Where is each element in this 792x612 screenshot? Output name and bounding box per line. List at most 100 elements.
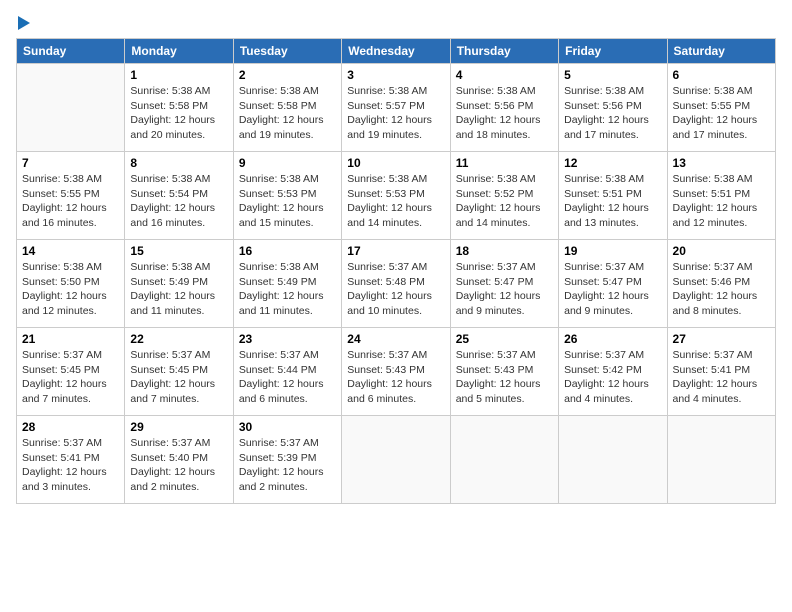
day-info: Sunrise: 5:37 AMSunset: 5:44 PMDaylight:… (239, 348, 336, 407)
day-info: Sunrise: 5:37 AMSunset: 5:46 PMDaylight:… (673, 260, 770, 319)
day-info: Sunrise: 5:38 AMSunset: 5:51 PMDaylight:… (564, 172, 661, 231)
calendar-cell: 22 Sunrise: 5:37 AMSunset: 5:45 PMDayligh… (125, 328, 233, 416)
calendar-cell: 29 Sunrise: 5:37 AMSunset: 5:40 PMDayligh… (125, 416, 233, 504)
calendar-cell: 7 Sunrise: 5:38 AMSunset: 5:55 PMDaylight… (17, 152, 125, 240)
calendar-cell: 19 Sunrise: 5:37 AMSunset: 5:47 PMDayligh… (559, 240, 667, 328)
day-info: Sunrise: 5:38 AMSunset: 5:58 PMDaylight:… (239, 84, 336, 143)
calendar-cell: 18Sunrise: 5:37 AMSunset: 5:47 PMDayligh… (450, 240, 558, 328)
day-number: 11 (456, 156, 553, 170)
calendar-cell (342, 416, 450, 504)
day-info: Sunrise: 5:37 AMSunset: 5:47 PMDaylight:… (564, 260, 661, 319)
col-header-thursday: Thursday (450, 39, 558, 64)
calendar-cell: 21 Sunrise: 5:37 AMSunset: 5:45 PMDayligh… (17, 328, 125, 416)
calendar-cell: 23 Sunrise: 5:37 AMSunset: 5:44 PMDayligh… (233, 328, 341, 416)
calendar-cell (17, 64, 125, 152)
day-info: Sunrise: 5:38 AMSunset: 5:58 PMDaylight:… (130, 84, 227, 143)
day-info: Sunrise: 5:38 AMSunset: 5:53 PMDaylight:… (347, 172, 444, 231)
day-number: 21 (22, 332, 119, 346)
col-header-tuesday: Tuesday (233, 39, 341, 64)
calendar-table: SundayMondayTuesdayWednesdayThursdayFrid… (16, 38, 776, 504)
day-info: Sunrise: 5:37 AMSunset: 5:45 PMDaylight:… (22, 348, 119, 407)
day-info: Sunrise: 5:38 AMSunset: 5:49 PMDaylight:… (130, 260, 227, 319)
day-number: 15 (130, 244, 227, 258)
logo-arrow-icon (18, 16, 30, 30)
calendar-cell: 4 Sunrise: 5:38 AMSunset: 5:56 PMDaylight… (450, 64, 558, 152)
calendar-cell: 2 Sunrise: 5:38 AMSunset: 5:58 PMDaylight… (233, 64, 341, 152)
day-info: Sunrise: 5:37 AMSunset: 5:43 PMDaylight:… (456, 348, 553, 407)
day-number: 18 (456, 244, 553, 258)
day-number: 14 (22, 244, 119, 258)
day-number: 28 (22, 420, 119, 434)
day-number: 9 (239, 156, 336, 170)
day-number: 5 (564, 68, 661, 82)
day-number: 6 (673, 68, 770, 82)
calendar-cell: 16 Sunrise: 5:38 AMSunset: 5:49 PMDayligh… (233, 240, 341, 328)
day-info: Sunrise: 5:37 AMSunset: 5:41 PMDaylight:… (673, 348, 770, 407)
day-number: 29 (130, 420, 227, 434)
calendar-header-row: SundayMondayTuesdayWednesdayThursdayFrid… (17, 39, 776, 64)
day-info: Sunrise: 5:37 AMSunset: 5:41 PMDaylight:… (22, 436, 119, 495)
calendar-cell: 25 Sunrise: 5:37 AMSunset: 5:43 PMDayligh… (450, 328, 558, 416)
day-number: 27 (673, 332, 770, 346)
calendar-week-row: 14 Sunrise: 5:38 AMSunset: 5:50 PMDayligh… (17, 240, 776, 328)
col-header-friday: Friday (559, 39, 667, 64)
day-number: 3 (347, 68, 444, 82)
day-number: 17 (347, 244, 444, 258)
col-header-saturday: Saturday (667, 39, 775, 64)
header (16, 16, 776, 30)
calendar-cell (667, 416, 775, 504)
day-info: Sunrise: 5:37 AMSunset: 5:45 PMDaylight:… (130, 348, 227, 407)
day-number: 22 (130, 332, 227, 346)
day-number: 2 (239, 68, 336, 82)
day-info: Sunrise: 5:37 AMSunset: 5:39 PMDaylight:… (239, 436, 336, 495)
day-number: 7 (22, 156, 119, 170)
calendar-cell: 20 Sunrise: 5:37 AMSunset: 5:46 PMDayligh… (667, 240, 775, 328)
col-header-wednesday: Wednesday (342, 39, 450, 64)
day-info: Sunrise: 5:38 AMSunset: 5:49 PMDaylight:… (239, 260, 336, 319)
day-info: Sunrise: 5:37 AMSunset: 5:43 PMDaylight:… (347, 348, 444, 407)
calendar-cell (559, 416, 667, 504)
col-header-monday: Monday (125, 39, 233, 64)
calendar-cell: 12 Sunrise: 5:38 AMSunset: 5:51 PMDayligh… (559, 152, 667, 240)
day-info: Sunrise: 5:37 AMSunset: 5:48 PMDaylight:… (347, 260, 444, 319)
day-number: 30 (239, 420, 336, 434)
calendar-cell: 14 Sunrise: 5:38 AMSunset: 5:50 PMDayligh… (17, 240, 125, 328)
day-number: 20 (673, 244, 770, 258)
day-number: 4 (456, 68, 553, 82)
day-info: Sunrise: 5:38 AMSunset: 5:52 PMDaylight:… (456, 172, 553, 231)
day-info: Sunrise: 5:38 AMSunset: 5:54 PMDaylight:… (130, 172, 227, 231)
day-number: 12 (564, 156, 661, 170)
day-info: Sunrise: 5:38 AMSunset: 5:57 PMDaylight:… (347, 84, 444, 143)
calendar-cell: 1Sunrise: 5:38 AMSunset: 5:58 PMDaylight… (125, 64, 233, 152)
calendar-cell: 15 Sunrise: 5:38 AMSunset: 5:49 PMDayligh… (125, 240, 233, 328)
day-number: 10 (347, 156, 444, 170)
day-info: Sunrise: 5:38 AMSunset: 5:56 PMDaylight:… (564, 84, 661, 143)
day-info: Sunrise: 5:38 AMSunset: 5:56 PMDaylight:… (456, 84, 553, 143)
day-number: 19 (564, 244, 661, 258)
day-info: Sunrise: 5:38 AMSunset: 5:50 PMDaylight:… (22, 260, 119, 319)
calendar-cell: 11 Sunrise: 5:38 AMSunset: 5:52 PMDayligh… (450, 152, 558, 240)
calendar-cell: 13 Sunrise: 5:38 AMSunset: 5:51 PMDayligh… (667, 152, 775, 240)
calendar-cell: 24 Sunrise: 5:37 AMSunset: 5:43 PMDayligh… (342, 328, 450, 416)
day-number: 26 (564, 332, 661, 346)
calendar-cell (450, 416, 558, 504)
day-number: 24 (347, 332, 444, 346)
calendar-cell: 8Sunrise: 5:38 AMSunset: 5:54 PMDaylight… (125, 152, 233, 240)
day-info: Sunrise: 5:38 AMSunset: 5:51 PMDaylight:… (673, 172, 770, 231)
calendar-cell: 26Sunrise: 5:37 AMSunset: 5:42 PMDayligh… (559, 328, 667, 416)
day-number: 25 (456, 332, 553, 346)
calendar-cell: 30 Sunrise: 5:37 AMSunset: 5:39 PMDayligh… (233, 416, 341, 504)
col-header-sunday: Sunday (17, 39, 125, 64)
calendar-week-row: 1Sunrise: 5:38 AMSunset: 5:58 PMDaylight… (17, 64, 776, 152)
day-info: Sunrise: 5:38 AMSunset: 5:55 PMDaylight:… (22, 172, 119, 231)
day-number: 23 (239, 332, 336, 346)
calendar-cell: 28 Sunrise: 5:37 AMSunset: 5:41 PMDayligh… (17, 416, 125, 504)
calendar-week-row: 21 Sunrise: 5:37 AMSunset: 5:45 PMDayligh… (17, 328, 776, 416)
day-info: Sunrise: 5:37 AMSunset: 5:40 PMDaylight:… (130, 436, 227, 495)
calendar-cell: 5 Sunrise: 5:38 AMSunset: 5:56 PMDaylight… (559, 64, 667, 152)
day-number: 13 (673, 156, 770, 170)
day-info: Sunrise: 5:38 AMSunset: 5:55 PMDaylight:… (673, 84, 770, 143)
calendar-cell: 6 Sunrise: 5:38 AMSunset: 5:55 PMDaylight… (667, 64, 775, 152)
calendar-cell: 3 Sunrise: 5:38 AMSunset: 5:57 PMDaylight… (342, 64, 450, 152)
day-number: 16 (239, 244, 336, 258)
